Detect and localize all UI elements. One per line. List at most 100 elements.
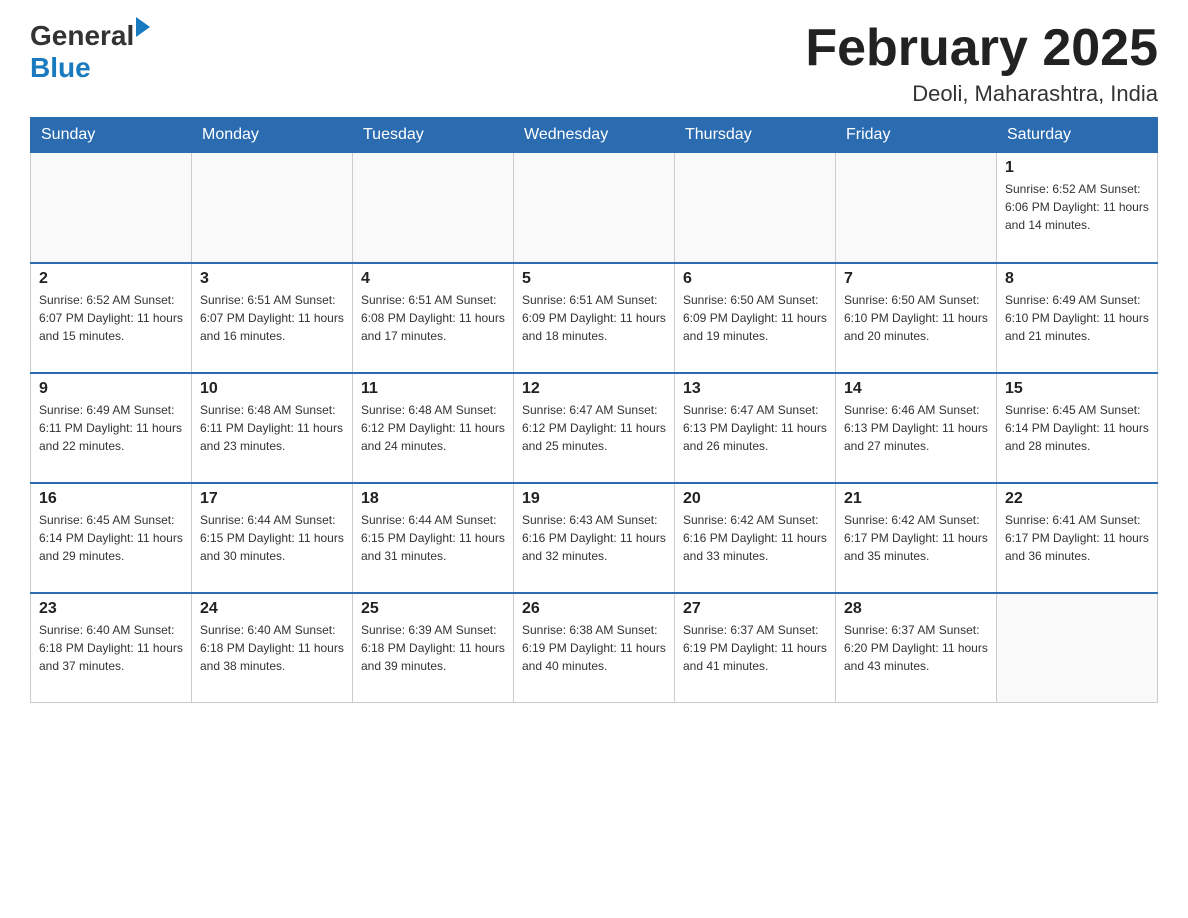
day-info: Sunrise: 6:37 AM Sunset: 6:20 PM Dayligh… (844, 621, 988, 675)
weekday-header-sunday: Sunday (31, 118, 192, 153)
calendar-day-cell: 6 Sunrise: 6:50 AM Sunset: 6:09 PM Daylig… (675, 263, 836, 373)
calendar-day-cell (997, 593, 1158, 703)
day-info: Sunrise: 6:45 AM Sunset: 6:14 PM Dayligh… (1005, 401, 1149, 455)
calendar-day-cell: 7 Sunrise: 6:50 AM Sunset: 6:10 PM Daylig… (836, 263, 997, 373)
logo: General Blue (30, 20, 150, 84)
day-number: 22 (1005, 490, 1149, 508)
day-number: 18 (361, 490, 505, 508)
calendar-week-row: 2Sunrise: 6:52 AM Sunset: 6:07 PM Daylig… (31, 263, 1158, 373)
day-info: Sunrise: 6:44 AM Sunset: 6:15 PM Dayligh… (200, 511, 344, 565)
day-info: Sunrise: 6:52 AM Sunset: 6:07 PM Dayligh… (39, 291, 183, 345)
day-number: 27 (683, 600, 827, 618)
day-info: Sunrise: 6:49 AM Sunset: 6:10 PM Dayligh… (1005, 291, 1149, 345)
calendar-day-cell: 23 Sunrise: 6:40 AM Sunset: 6:18 PM Dayli… (31, 593, 192, 703)
day-number: 9 (39, 380, 183, 398)
day-number: 23 (39, 600, 183, 618)
calendar-day-cell (675, 153, 836, 263)
day-number: 25 (361, 600, 505, 618)
calendar-day-cell: 15 Sunrise: 6:45 AM Sunset: 6:14 PM Dayli… (997, 373, 1158, 483)
calendar-day-cell (192, 153, 353, 263)
logo-arrow-icon (136, 17, 150, 37)
calendar-day-cell: 24Sunrise: 6:40 AM Sunset: 6:18 PM Dayli… (192, 593, 353, 703)
calendar-day-cell: 16 Sunrise: 6:45 AM Sunset: 6:14 PM Dayli… (31, 483, 192, 593)
day-number: 10 (200, 380, 344, 398)
day-number: 4 (361, 270, 505, 288)
calendar-day-cell: 14 Sunrise: 6:46 AM Sunset: 6:13 PM Dayli… (836, 373, 997, 483)
weekday-header-friday: Friday (836, 118, 997, 153)
calendar-day-cell: 2Sunrise: 6:52 AM Sunset: 6:07 PM Daylig… (31, 263, 192, 373)
calendar-day-cell (353, 153, 514, 263)
calendar-day-cell (31, 153, 192, 263)
page-header: General Blue February 2025 Deoli, Mahara… (30, 20, 1158, 107)
day-info: Sunrise: 6:41 AM Sunset: 6:17 PM Dayligh… (1005, 511, 1149, 565)
calendar-day-cell: 27 Sunrise: 6:37 AM Sunset: 6:19 PM Dayli… (675, 593, 836, 703)
day-info: Sunrise: 6:48 AM Sunset: 6:11 PM Dayligh… (200, 401, 344, 455)
day-info: Sunrise: 6:46 AM Sunset: 6:13 PM Dayligh… (844, 401, 988, 455)
day-number: 8 (1005, 270, 1149, 288)
day-number: 15 (1005, 380, 1149, 398)
day-number: 6 (683, 270, 827, 288)
day-info: Sunrise: 6:42 AM Sunset: 6:16 PM Dayligh… (683, 511, 827, 565)
calendar-header-row: SundayMondayTuesdayWednesdayThursdayFrid… (31, 118, 1158, 153)
calendar-week-row: 9 Sunrise: 6:49 AM Sunset: 6:11 PM Daylig… (31, 373, 1158, 483)
day-number: 17 (200, 490, 344, 508)
location-label: Deoli, Maharashtra, India (805, 81, 1158, 107)
day-number: 7 (844, 270, 988, 288)
day-info: Sunrise: 6:50 AM Sunset: 6:09 PM Dayligh… (683, 291, 827, 345)
day-info: Sunrise: 6:51 AM Sunset: 6:08 PM Dayligh… (361, 291, 505, 345)
day-number: 26 (522, 600, 666, 618)
calendar-day-cell: 20 Sunrise: 6:42 AM Sunset: 6:16 PM Dayli… (675, 483, 836, 593)
day-info: Sunrise: 6:47 AM Sunset: 6:13 PM Dayligh… (683, 401, 827, 455)
day-number: 3 (200, 270, 344, 288)
calendar-day-cell: 13 Sunrise: 6:47 AM Sunset: 6:13 PM Dayli… (675, 373, 836, 483)
calendar-day-cell (514, 153, 675, 263)
day-info: Sunrise: 6:40 AM Sunset: 6:18 PM Dayligh… (39, 621, 183, 675)
day-info: Sunrise: 6:37 AM Sunset: 6:19 PM Dayligh… (683, 621, 827, 675)
day-info: Sunrise: 6:51 AM Sunset: 6:09 PM Dayligh… (522, 291, 666, 345)
month-year-title: February 2025 (805, 20, 1158, 77)
weekday-header-wednesday: Wednesday (514, 118, 675, 153)
day-info: Sunrise: 6:52 AM Sunset: 6:06 PM Dayligh… (1005, 180, 1149, 234)
weekday-header-monday: Monday (192, 118, 353, 153)
day-number: 28 (844, 600, 988, 618)
weekday-header-thursday: Thursday (675, 118, 836, 153)
day-info: Sunrise: 6:49 AM Sunset: 6:11 PM Dayligh… (39, 401, 183, 455)
calendar-week-row: 1 Sunrise: 6:52 AM Sunset: 6:06 PM Daylig… (31, 153, 1158, 263)
day-info: Sunrise: 6:50 AM Sunset: 6:10 PM Dayligh… (844, 291, 988, 345)
calendar-day-cell: 11 Sunrise: 6:48 AM Sunset: 6:12 PM Dayli… (353, 373, 514, 483)
weekday-header-saturday: Saturday (997, 118, 1158, 153)
calendar-day-cell: 19Sunrise: 6:43 AM Sunset: 6:16 PM Dayli… (514, 483, 675, 593)
day-number: 16 (39, 490, 183, 508)
calendar-day-cell: 25 Sunrise: 6:39 AM Sunset: 6:18 PM Dayli… (353, 593, 514, 703)
calendar-day-cell: 5 Sunrise: 6:51 AM Sunset: 6:09 PM Daylig… (514, 263, 675, 373)
calendar-week-row: 23 Sunrise: 6:40 AM Sunset: 6:18 PM Dayli… (31, 593, 1158, 703)
calendar-day-cell: 17 Sunrise: 6:44 AM Sunset: 6:15 PM Dayli… (192, 483, 353, 593)
calendar-day-cell: 10 Sunrise: 6:48 AM Sunset: 6:11 PM Dayli… (192, 373, 353, 483)
calendar-day-cell: 22 Sunrise: 6:41 AM Sunset: 6:17 PM Dayli… (997, 483, 1158, 593)
calendar-week-row: 16 Sunrise: 6:45 AM Sunset: 6:14 PM Dayli… (31, 483, 1158, 593)
day-number: 20 (683, 490, 827, 508)
calendar-day-cell: 28 Sunrise: 6:37 AM Sunset: 6:20 PM Dayli… (836, 593, 997, 703)
day-info: Sunrise: 6:43 AM Sunset: 6:16 PM Dayligh… (522, 511, 666, 565)
logo-blue: Blue (30, 52, 150, 84)
day-number: 24 (200, 600, 344, 618)
day-number: 11 (361, 380, 505, 398)
day-info: Sunrise: 6:42 AM Sunset: 6:17 PM Dayligh… (844, 511, 988, 565)
day-info: Sunrise: 6:38 AM Sunset: 6:19 PM Dayligh… (522, 621, 666, 675)
title-section: February 2025 Deoli, Maharashtra, India (805, 20, 1158, 107)
day-number: 14 (844, 380, 988, 398)
calendar-day-cell (836, 153, 997, 263)
day-info: Sunrise: 6:39 AM Sunset: 6:18 PM Dayligh… (361, 621, 505, 675)
calendar-day-cell: 3Sunrise: 6:51 AM Sunset: 6:07 PM Daylig… (192, 263, 353, 373)
calendar-day-cell: 8 Sunrise: 6:49 AM Sunset: 6:10 PM Daylig… (997, 263, 1158, 373)
day-number: 5 (522, 270, 666, 288)
day-info: Sunrise: 6:45 AM Sunset: 6:14 PM Dayligh… (39, 511, 183, 565)
weekday-header-tuesday: Tuesday (353, 118, 514, 153)
calendar-day-cell: 21Sunrise: 6:42 AM Sunset: 6:17 PM Dayli… (836, 483, 997, 593)
calendar-day-cell: 18Sunrise: 6:44 AM Sunset: 6:15 PM Dayli… (353, 483, 514, 593)
day-number: 13 (683, 380, 827, 398)
day-number: 1 (1005, 159, 1149, 177)
calendar-day-cell: 4 Sunrise: 6:51 AM Sunset: 6:08 PM Daylig… (353, 263, 514, 373)
day-info: Sunrise: 6:48 AM Sunset: 6:12 PM Dayligh… (361, 401, 505, 455)
day-number: 12 (522, 380, 666, 398)
